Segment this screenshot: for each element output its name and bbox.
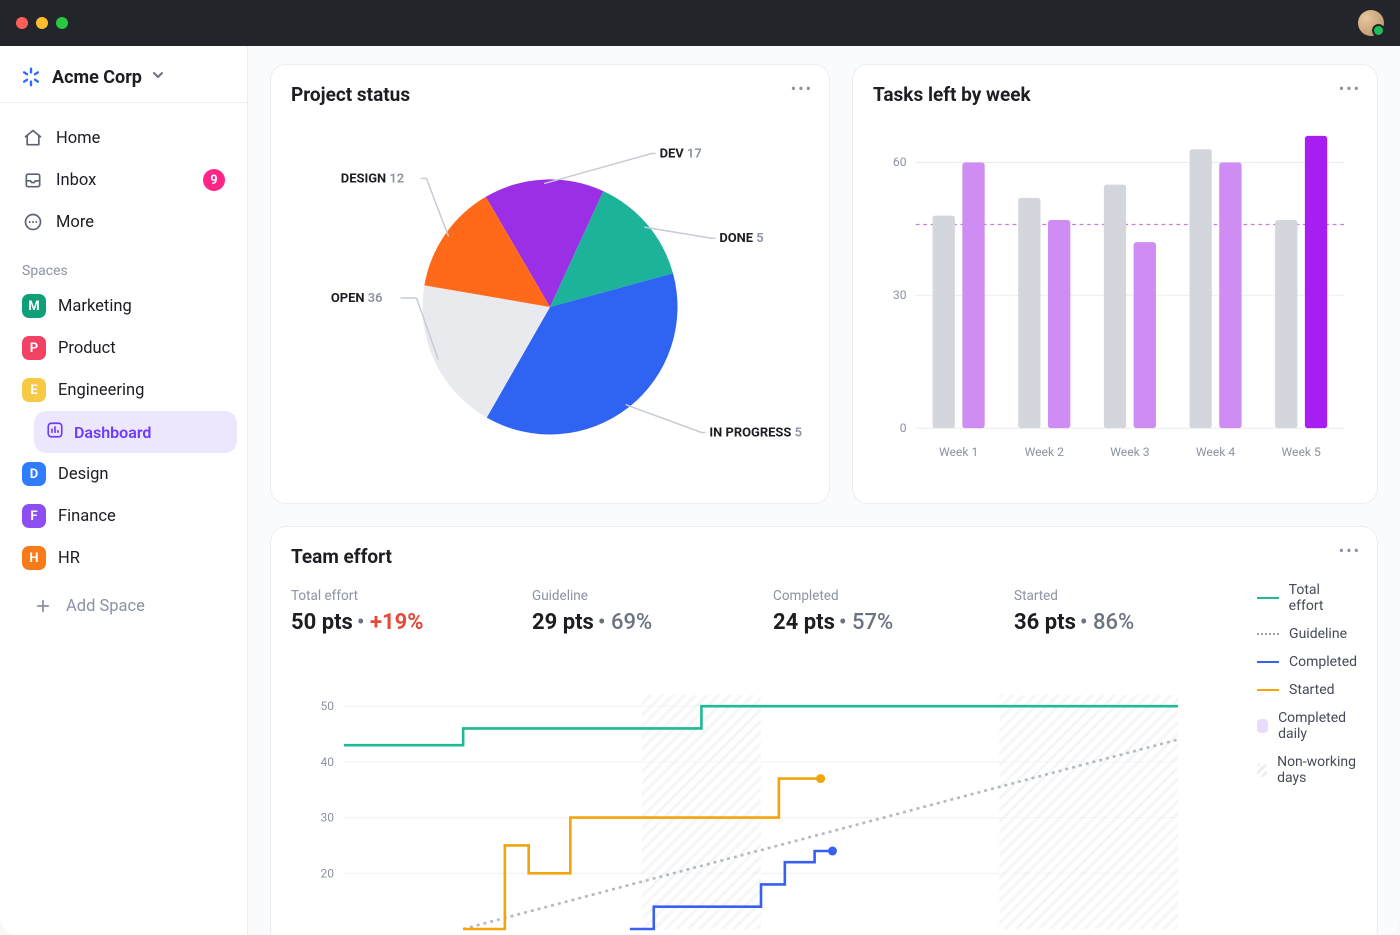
- stat-value: 29 pts: [532, 610, 594, 635]
- svg-text:Week 5: Week 5: [1281, 445, 1321, 459]
- svg-text:Week 4: Week 4: [1196, 445, 1236, 459]
- card-menu-button[interactable]: •••: [1339, 79, 1361, 98]
- spaces-list: M Marketing P Product E Engineering Dash…: [0, 285, 247, 627]
- nav-inbox-label: Inbox: [56, 171, 96, 190]
- stat-extra: 57%: [852, 610, 893, 635]
- space-avatar-icon: D: [22, 462, 46, 486]
- legend-nonworking: Non-working days: [1277, 754, 1357, 786]
- user-avatar[interactable]: [1358, 10, 1384, 36]
- svg-text:OPEN 36: OPEN 36: [331, 291, 383, 306]
- space-label: Engineering: [58, 381, 144, 400]
- more-icon: [22, 211, 44, 233]
- stat-label: Completed: [773, 588, 998, 604]
- space-engineering[interactable]: E Engineering: [10, 369, 237, 411]
- inbox-icon: [22, 169, 44, 191]
- nav-home[interactable]: Home: [10, 117, 237, 159]
- effort-legend: Total effort Guideline Completed Started…: [1239, 582, 1357, 786]
- main-content: Project status ••• DEV 17 DONE 5 IN PROGRE…: [248, 46, 1400, 935]
- spaces-section-label: Spaces: [0, 249, 247, 285]
- maximize-window-button[interactable]: [56, 17, 68, 29]
- inbox-badge: 9: [203, 169, 225, 191]
- sidebar: Acme Corp Home Inbox 9: [0, 46, 248, 935]
- nav-home-label: Home: [56, 129, 100, 148]
- home-icon: [22, 127, 44, 149]
- space-label: Product: [58, 339, 116, 358]
- nav-more-label: More: [56, 213, 94, 232]
- svg-text:DEV 17: DEV 17: [660, 147, 702, 162]
- svg-text:Week 1: Week 1: [939, 445, 978, 459]
- space-avatar-icon: P: [22, 336, 46, 360]
- space-finance[interactable]: F Finance: [10, 495, 237, 537]
- card-menu-button[interactable]: •••: [1339, 541, 1361, 560]
- stat-extra: +19%: [370, 610, 424, 635]
- legend-started: Started: [1289, 682, 1335, 698]
- window-controls: [16, 17, 68, 29]
- space-label: Design: [58, 465, 108, 484]
- card-project-status: Project status ••• DEV 17 DONE 5 IN PROGRE…: [270, 64, 830, 504]
- legend-guideline: Guideline: [1289, 626, 1347, 642]
- svg-text:30: 30: [893, 288, 907, 302]
- close-window-button[interactable]: [16, 17, 28, 29]
- tasks-left-bar-chart: 0 30 60 Week 1 Week 2 Week 3 Week 4 Week 5: [873, 106, 1357, 486]
- svg-text:30: 30: [321, 811, 335, 825]
- legend-completed-daily: Completed daily: [1278, 710, 1357, 742]
- stat-extra: 86%: [1093, 610, 1134, 635]
- svg-text:50: 50: [321, 699, 335, 713]
- plus-icon: [32, 595, 54, 617]
- add-space-button[interactable]: Add Space: [20, 585, 227, 627]
- nav-more[interactable]: More: [10, 201, 237, 243]
- space-avatar-icon: F: [22, 504, 46, 528]
- project-status-pie-chart: DEV 17 DONE 5 IN PROGRESS 5 OPEN 36 DESIGN 1…: [291, 112, 809, 472]
- space-product[interactable]: P Product: [10, 327, 237, 369]
- stat-value: 36 pts: [1014, 610, 1076, 635]
- workspace-name: Acme Corp: [52, 67, 142, 88]
- workspace-switcher[interactable]: Acme Corp: [0, 60, 247, 103]
- card-menu-button[interactable]: •••: [791, 79, 813, 98]
- workspace-logo-icon: [20, 66, 42, 88]
- space-marketing[interactable]: M Marketing: [10, 285, 237, 327]
- svg-text:DONE 5: DONE 5: [719, 231, 763, 246]
- svg-text:60: 60: [893, 155, 907, 169]
- minimize-window-button[interactable]: [36, 17, 48, 29]
- stat-extra: 69%: [611, 610, 652, 635]
- stat-label: Started: [1014, 588, 1239, 604]
- svg-text:Week 3: Week 3: [1110, 445, 1150, 459]
- card-title: Tasks left by week: [873, 83, 1357, 106]
- chevron-down-icon: [152, 69, 164, 85]
- stat-value: 24 pts: [773, 610, 835, 635]
- stat-value: 50 pts: [291, 610, 353, 635]
- space-avatar-icon: M: [22, 294, 46, 318]
- space-label: HR: [58, 549, 80, 568]
- svg-text:IN PROGRESS 5: IN PROGRESS 5: [709, 425, 802, 440]
- legend-total: Total effort: [1289, 582, 1357, 614]
- card-tasks-left: Tasks left by week ••• 0 30 60 Week 1 Week 2…: [852, 64, 1378, 504]
- space-label: Marketing: [58, 297, 132, 316]
- svg-text:Week 2: Week 2: [1025, 445, 1065, 459]
- dashboard-label: Dashboard: [74, 423, 151, 442]
- add-space-label: Add Space: [66, 597, 145, 616]
- space-design[interactable]: D Design: [10, 453, 237, 495]
- svg-text:DESIGN 12: DESIGN 12: [341, 171, 404, 186]
- svg-text:40: 40: [321, 755, 335, 769]
- space-label: Finance: [58, 507, 116, 526]
- card-title: Project status: [291, 83, 809, 106]
- dashboard-icon: [46, 421, 64, 443]
- space-child-dashboard[interactable]: Dashboard: [34, 411, 237, 453]
- card-team-effort: Team effort ••• Total effort 50 pts • +1…: [270, 526, 1378, 935]
- svg-text:0: 0: [900, 421, 907, 435]
- team-effort-line-chart: 20 30 40 50: [291, 689, 1197, 935]
- nav-inbox[interactable]: Inbox 9: [10, 159, 237, 201]
- card-title: Team effort: [291, 545, 1357, 568]
- space-hr[interactable]: H HR: [10, 537, 237, 579]
- space-avatar-icon: E: [22, 378, 46, 402]
- legend-completed: Completed: [1289, 654, 1357, 670]
- stat-label: Total effort: [291, 588, 516, 604]
- svg-text:20: 20: [321, 866, 335, 880]
- titlebar: [0, 0, 1400, 46]
- space-avatar-icon: H: [22, 546, 46, 570]
- stat-label: Guideline: [532, 588, 757, 604]
